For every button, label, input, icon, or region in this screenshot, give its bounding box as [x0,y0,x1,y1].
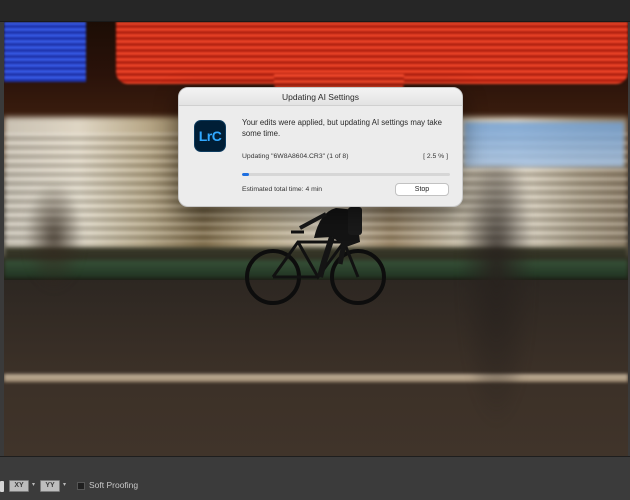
progress-bar [242,173,450,176]
soft-proofing-checkbox[interactable] [77,482,85,490]
loupe-view-icon[interactable] [0,481,4,492]
app-icon-label: LrC [198,128,222,144]
progress-percent: [ 2.5 % ] [423,153,448,160]
dialog-title: Updating AI Settings [179,88,462,106]
dropdown-caret-icon[interactable]: ▾ [32,481,35,488]
stop-button[interactable]: Stop [395,183,449,196]
dropdown-caret-icon[interactable]: ▾ [63,481,66,488]
survey-view-icon[interactable]: YY [40,480,60,492]
bottom-toolbar: XY ▾ YY ▾ Soft Proofing [0,456,630,500]
compare-view-icon[interactable]: XY [9,480,29,492]
top-panel-strip [0,0,630,22]
neon-sign-blue [4,22,86,82]
road-lane-line [4,374,628,382]
cyclist-figure [245,207,386,305]
progress-bar-fill [242,173,250,176]
dialog-message: Your edits were applied, but updating AI… [242,118,442,138]
updating-ai-settings-dialog: Updating AI Settings LrC Your edits were… [178,87,463,207]
storefront-blue-sign [464,122,624,167]
estimated-time-text: Estimated total time: 4 min [242,186,323,193]
lightroom-classic-app-icon: LrC [194,120,226,152]
progress-status-text: Updating "6W8A8604.CR3" (1 of 8) [242,153,349,160]
blurred-pedestrian-right [459,167,534,427]
soft-proofing-label[interactable]: Soft Proofing [89,480,138,490]
blurred-pedestrian-left [24,182,84,292]
